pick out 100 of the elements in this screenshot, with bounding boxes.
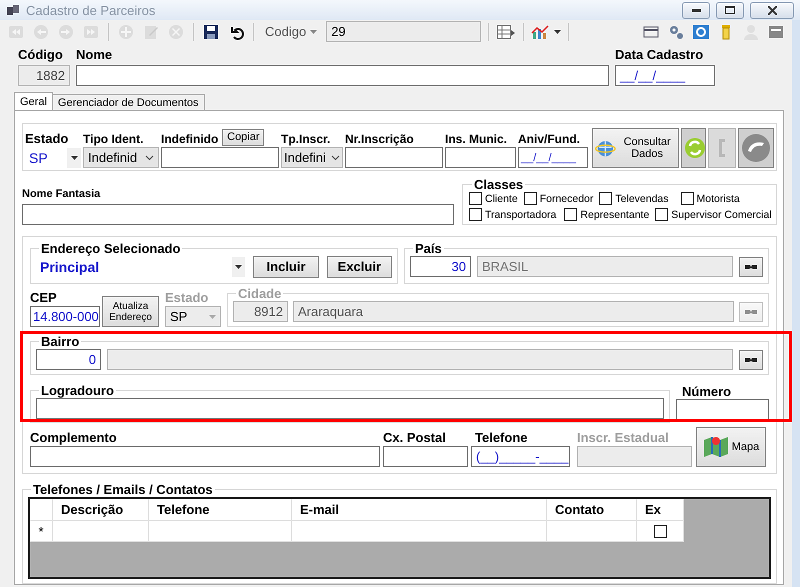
tipo-ident-dropdown[interactable]: Indefinid — [83, 147, 159, 168]
binoculars-icon — [744, 307, 758, 316]
date-label: Data Cadastro — [615, 47, 704, 62]
grid-icon[interactable] — [497, 24, 516, 38]
aniv-fund-field[interactable]: __/__/____ — [518, 147, 588, 168]
lookup-button[interactable] — [739, 256, 763, 276]
country-code-field[interactable]: 30 — [410, 256, 471, 277]
caret-icon — [235, 265, 242, 269]
caret-icon — [209, 314, 216, 318]
search-by-dropdown[interactable]: Codigo — [261, 24, 322, 39]
cep-label: CEP — [30, 290, 58, 305]
class-checkbox[interactable]: Representante — [564, 208, 650, 221]
name-label: Nome — [76, 47, 114, 62]
search-field[interactable]: 29 — [326, 21, 482, 42]
numero-label: Número — [682, 384, 732, 399]
column-header: Ex — [637, 499, 684, 521]
street-field[interactable] — [36, 398, 664, 419]
maximize-icon — [725, 6, 735, 14]
estado-dropdown[interactable]: SP — [165, 306, 221, 327]
tp-inscr-label: Tp.Inscr. — [281, 132, 332, 146]
district-field[interactable] — [107, 349, 733, 370]
maximize-button[interactable] — [716, 2, 744, 18]
update-address-button[interactable]: Atualiza Endereço — [102, 296, 159, 327]
tab[interactable]: Gerenciador de Documentos — [52, 94, 205, 110]
complement-field[interactable] — [30, 446, 380, 467]
dropdown-button[interactable] — [232, 257, 246, 277]
pais-title: País — [414, 241, 443, 256]
ins-munic-field[interactable] — [445, 147, 516, 168]
nr-inscricao-field[interactable] — [345, 147, 443, 168]
inscr-estadual-label: Inscr. Estadual — [577, 430, 670, 445]
bairro-title: Bairro — [40, 334, 80, 349]
ins-munic-label: Ins. Munic. — [445, 132, 508, 146]
caret-icon — [554, 30, 562, 34]
tab[interactable]: Geral — [14, 92, 53, 110]
chart-icon[interactable] — [531, 24, 550, 40]
table-cell[interactable] — [292, 521, 547, 542]
phone-button[interactable] — [738, 128, 774, 168]
document-label: Indefinido — [161, 132, 218, 146]
class-checkbox[interactable]: Televendas — [599, 192, 669, 205]
table-cell[interactable] — [53, 521, 149, 542]
column-header: Descrição — [53, 499, 149, 521]
date-field[interactable]: __/__/____ — [615, 65, 715, 86]
column-header: Telefone — [149, 499, 292, 521]
estado-label: Estado — [165, 290, 210, 305]
cep-field[interactable]: 14.800-000 — [30, 306, 100, 327]
minimize-button[interactable] — [682, 2, 710, 18]
tp-inscr-dropdown[interactable]: Indefini — [281, 147, 343, 168]
phone-field[interactable]: (__)_____-____ — [471, 446, 570, 467]
city-code-field[interactable]: 8912 — [233, 301, 288, 322]
window-title: Cadastro de Parceiros — [26, 2, 156, 18]
refresh-button[interactable] — [680, 128, 706, 168]
close-icon — [768, 6, 776, 14]
telefone-label: Telefone — [475, 430, 528, 445]
code-field[interactable]: 1882 — [18, 65, 70, 86]
cidade-title: Cidade — [237, 286, 282, 301]
country-field[interactable]: BRASIL — [477, 256, 733, 277]
tipo-ident-label: Tipo Ident. — [83, 132, 144, 146]
copy-button[interactable]: Copiar — [222, 129, 264, 146]
district-code-field[interactable]: 0 — [36, 349, 101, 370]
table-cell[interactable] — [149, 521, 292, 542]
close-button[interactable] — [750, 2, 794, 18]
column-header: Contato — [547, 499, 637, 521]
aniv-fund-label: Aniv/Fund. — [518, 132, 581, 146]
number-field[interactable] — [676, 399, 769, 420]
estado-label: Estado — [25, 131, 70, 146]
logradouro-title: Logradouro — [40, 383, 115, 398]
lookup-button[interactable] — [739, 350, 763, 370]
table-cell[interactable] — [637, 521, 684, 542]
app-icon — [6, 4, 20, 16]
class-checkbox[interactable]: Cliente — [469, 192, 518, 205]
exclude-button[interactable]: Excluir — [326, 256, 392, 278]
chevron-icon — [145, 154, 154, 160]
class-checkbox[interactable]: Supervisor Comercial — [655, 208, 772, 221]
table-cell[interactable] — [547, 521, 637, 542]
ex-checkbox[interactable] — [654, 524, 666, 538]
map-button[interactable]: Mapa — [696, 427, 766, 467]
class-checkbox[interactable]: Fornecedor — [524, 192, 594, 205]
nome-fantasia-label: Nome Fantasia — [22, 188, 102, 200]
row-header — [30, 499, 53, 521]
po-box-field[interactable] — [383, 446, 468, 467]
code-label: Código — [18, 47, 64, 62]
save-icon[interactable] — [202, 22, 220, 40]
contacts-title: Telefones / Emails / Contatos — [32, 482, 214, 497]
inscr-estadual-field[interactable] — [577, 446, 692, 467]
class-checkbox[interactable]: Motorista — [680, 192, 740, 205]
endereco-title: Endereço Selecionado — [40, 241, 182, 256]
class-checkbox[interactable]: Transportadora — [469, 208, 556, 221]
new-row-marker: * — [30, 521, 53, 542]
cx-postal-label: Cx. Postal — [383, 430, 447, 445]
nome-fantasia-field[interactable] — [22, 204, 454, 225]
caret-icon — [70, 156, 78, 160]
dropdown-button[interactable] — [67, 148, 81, 168]
consult-button[interactable]: Consultar Dados — [592, 128, 678, 168]
city-field[interactable]: Araraquara — [293, 301, 734, 322]
name-field[interactable] — [76, 65, 609, 86]
nr-inscricao-label: Nr.Inscrição — [345, 132, 415, 146]
include-button[interactable]: Incluir — [253, 256, 319, 278]
minimize-icon — [692, 8, 700, 12]
classes-title: Classes — [473, 177, 524, 192]
document-field[interactable] — [161, 147, 279, 168]
